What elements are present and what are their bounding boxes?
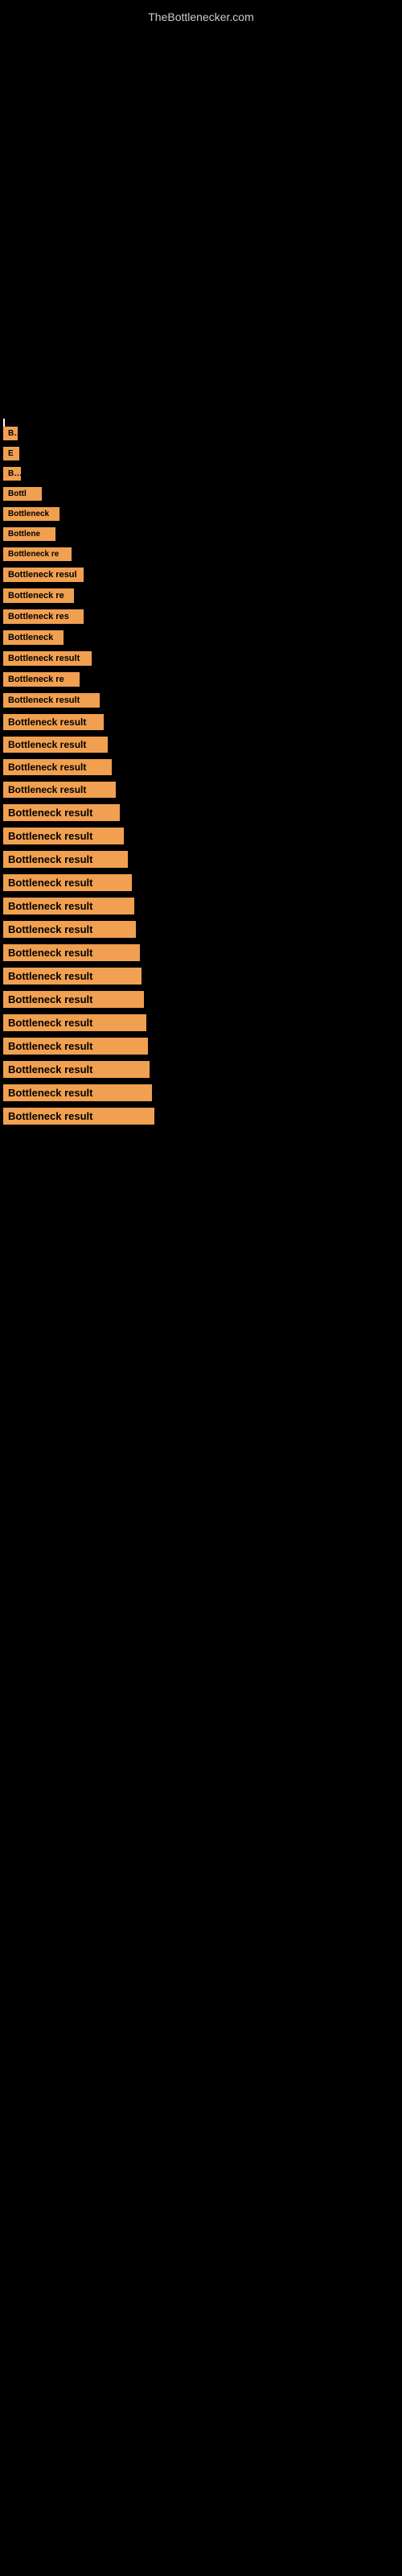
result-label[interactable]: Bottleneck result [3,1014,146,1031]
result-label[interactable]: Bottleneck result [3,1108,154,1125]
list-item: Bottleneck result [0,782,402,798]
result-label[interactable]: Bottleneck result [3,737,108,753]
result-label[interactable]: Bottleneck result [3,1084,152,1101]
list-item: Bottleneck re [0,672,402,687]
list-item: Bottleneck re [0,547,402,561]
result-label[interactable]: Bottl [3,487,42,501]
result-label[interactable]: Bottleneck result [3,714,104,730]
list-item: Bottleneck result [0,1061,402,1078]
list-item: Bottleneck result [0,1084,402,1101]
result-label[interactable]: Bottleneck re [3,588,74,603]
list-item: Bottleneck result [0,898,402,914]
list-item: E [0,447,402,460]
result-label[interactable]: Bottleneck result [3,693,100,708]
list-item: Bottleneck result [0,968,402,985]
list-item: Bottleneck result [0,737,402,753]
result-label[interactable]: Bottleneck result [3,874,132,891]
result-label[interactable]: Bottleneck result [3,898,134,914]
list-item: Bottleneck result [0,944,402,961]
result-label[interactable]: Bo [3,467,21,481]
result-label[interactable]: Bottleneck result [3,782,116,798]
list-item: Bottleneck result [0,851,402,868]
result-label[interactable]: Bottleneck re [3,547,72,561]
result-label[interactable]: Bottlene [3,527,55,541]
list-item: Bottleneck res [0,609,402,624]
result-label[interactable]: Bottleneck result [3,968,142,985]
list-item: Bo [0,467,402,481]
result-label[interactable]: Bottleneck result [3,759,112,775]
result-label[interactable]: Bottleneck [3,507,59,521]
result-label[interactable]: Bottleneck resul [3,568,84,582]
list-item: Bottleneck re [0,588,402,603]
list-item: Bottleneck [0,507,402,521]
list-item: Bottleneck result [0,991,402,1008]
result-label[interactable]: Bottleneck result [3,991,144,1008]
result-label[interactable]: Bottleneck result [3,851,128,868]
list-item: Bottleneck result [0,874,402,891]
list-item: Bottleneck result [0,714,402,730]
result-label[interactable]: B [3,427,18,440]
result-label[interactable]: Bottleneck res [3,609,84,624]
result-label[interactable]: Bottleneck result [3,651,92,666]
list-item: Bottleneck result [0,828,402,844]
list-item: Bottl [0,487,402,501]
list-item: Bottleneck result [0,1108,402,1125]
result-label[interactable]: Bottleneck result [3,944,140,961]
result-label[interactable]: Bottleneck result [3,828,124,844]
results-list: BE Bo Bottl Bottleneck Bottlene Bottleneck re… [0,427,402,1131]
list-item: Bottleneck resul [0,568,402,582]
list-item: Bottleneck result [0,651,402,666]
result-label[interactable]: Bottleneck re [3,672,80,687]
result-label[interactable]: Bottleneck result [3,1038,148,1055]
list-item: Bottleneck result [0,1038,402,1055]
result-label[interactable]: Bottleneck result [3,921,136,938]
list-item: Bottleneck result [0,759,402,775]
result-label[interactable]: Bottleneck result [3,1061,150,1078]
list-item: Bottleneck result [0,693,402,708]
result-label[interactable]: Bottleneck result [3,804,120,821]
list-item: Bottleneck result [0,804,402,821]
list-item: Bottleneck result [0,1014,402,1031]
result-label[interactable]: Bottleneck [3,630,64,645]
list-item: Bottleneck result [0,921,402,938]
site-title: TheBottlenecker.com [0,4,402,30]
list-item: Bottleneck [0,630,402,645]
list-item: Bottlene [0,527,402,541]
list-item: B [0,427,402,440]
result-label[interactable]: E [3,447,19,460]
